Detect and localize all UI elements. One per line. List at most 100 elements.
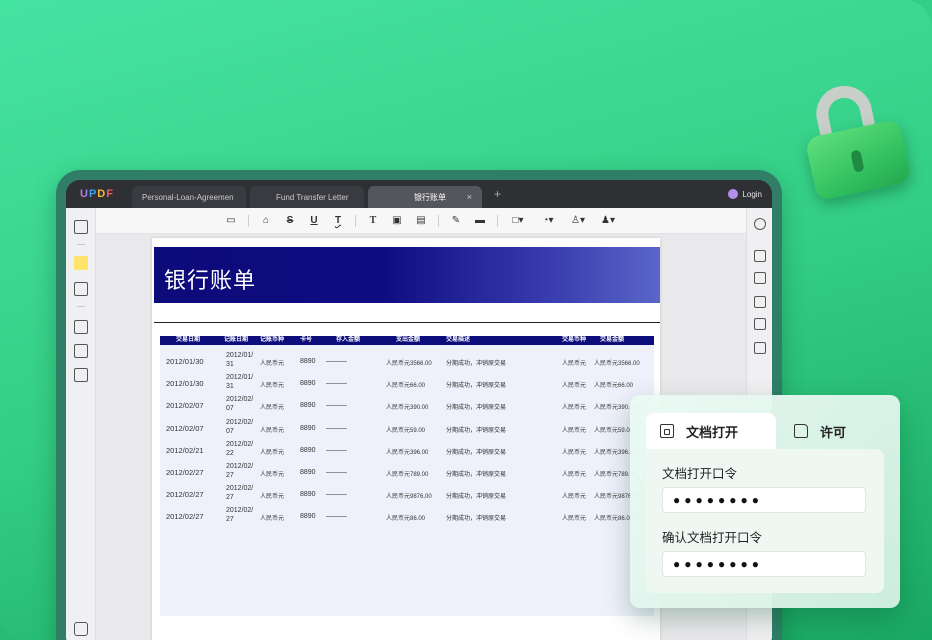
reader-icon[interactable] xyxy=(74,220,88,234)
eraser-icon[interactable]: ▬ xyxy=(473,214,487,228)
sidebar-divider xyxy=(77,244,85,245)
pencil-icon[interactable]: ✎ xyxy=(449,214,463,228)
pdf-page: 银行账单 交易日期 记账日期 记账币种 卡号 存入金额 支出金额 交易描述 交易… xyxy=(152,238,660,640)
crop-icon[interactable] xyxy=(74,344,88,358)
cell-date: 2012/02/27 xyxy=(166,468,204,477)
share-icon[interactable] xyxy=(754,318,766,330)
cell-tcur: 人民币元 xyxy=(562,405,587,412)
header-trade-date: 交易日期 xyxy=(176,337,201,343)
cell-tcur: 人民币元 xyxy=(562,383,587,390)
cell-desc: 分期成功，冲销原交易 xyxy=(446,516,507,523)
ocr-icon[interactable] xyxy=(754,250,766,262)
shape-icon[interactable]: □▾ xyxy=(508,214,528,228)
stamp-icon[interactable]: ♙▾ xyxy=(568,214,588,228)
table-header: 交易日期 记账日期 记账币种 卡号 存入金额 支出金额 交易描述 交易币种 交易… xyxy=(160,336,654,345)
squiggly-underline-icon[interactable]: T xyxy=(331,214,345,228)
tab-label: Personal-Loan-Agreemen xyxy=(142,192,234,202)
cell-tcur: 人民币元 xyxy=(562,494,587,501)
cell-post: 2012/02/07 xyxy=(226,396,254,413)
new-tab-button[interactable]: + xyxy=(494,187,501,201)
tab-bank-statement[interactable]: 银行账单 × xyxy=(368,186,482,208)
statement-banner: 银行账单 xyxy=(154,247,660,303)
cell-post: 2012/01/31 xyxy=(226,374,254,391)
cell-amt: 人民币元3566.00 xyxy=(594,361,640,367)
cell-card: 8890 xyxy=(300,469,316,476)
cell-dep: ——— xyxy=(326,424,347,432)
cell-desc: 分期成功，冲销原交易 xyxy=(446,472,507,478)
cell-out: 人民币元396.00 xyxy=(386,449,429,456)
form-icon[interactable] xyxy=(74,368,88,382)
text-callout-icon[interactable]: ▤ xyxy=(414,214,428,228)
strikethrough-icon[interactable]: S xyxy=(283,214,297,228)
confirm-password-input[interactable]: ●●●●●●●● xyxy=(662,551,866,577)
edit-pdf-icon[interactable] xyxy=(74,282,88,296)
tab-fund-transfer[interactable]: Fund Transfer Letter xyxy=(250,186,364,208)
table-row: 2012/02/27 2012/02/27 人民币元 8890 ——— 人民币元86.00… xyxy=(160,505,654,527)
cell-date: 2012/02/21 xyxy=(166,445,204,455)
tab-personal-loan[interactable]: Personal-Loan-Agreemen xyxy=(132,186,246,208)
table-row: 2012/01/30 2012/01/31 人民币元 8890 ——— 人民币元3566.… xyxy=(160,350,654,372)
tab-open-password-label: 文档打开 xyxy=(686,424,739,440)
toolbar-divider xyxy=(355,214,356,227)
cell-dep: ——— xyxy=(326,491,347,499)
updf-logo: UPDF xyxy=(80,188,132,200)
tab-label: Fund Transfer Letter xyxy=(276,192,349,202)
transactions-table: 交易日期 记账日期 记账币种 卡号 存入金额 支出金额 交易描述 交易币种 交易… xyxy=(160,336,654,616)
sticker-icon[interactable]: ◔▾ xyxy=(538,214,558,228)
cell-out: 人民币元390.00 xyxy=(386,405,429,412)
cell-tcur: 人民币元 xyxy=(562,449,587,456)
cell-tcur: 人民币元 xyxy=(562,472,587,478)
convert-pdf-icon[interactable] xyxy=(754,272,766,284)
cell-card: 8890 xyxy=(300,358,316,365)
signature-icon[interactable]: ♟▾ xyxy=(598,214,618,228)
cell-out: 人民币元3566.00 xyxy=(386,361,432,367)
cell-desc: 分期成功，冲销原交易 xyxy=(446,361,507,367)
tab-permissions[interactable]: 许可 xyxy=(794,413,846,449)
toolbar-divider xyxy=(248,214,249,227)
cell-cur: 人民币元 xyxy=(260,516,285,523)
cell-desc: 分期成功，冲销原交易 xyxy=(446,383,507,390)
login-button[interactable]: Login xyxy=(728,189,762,199)
table-row: 2012/01/30 2012/01/31 人民币元 8890 ——— 人民币元66.00… xyxy=(160,372,654,394)
cell-post: 2012/02/27 xyxy=(226,463,254,479)
cell-card: 8890 xyxy=(300,380,316,388)
email-icon[interactable] xyxy=(754,342,766,354)
cell-date: 2012/01/30 xyxy=(166,379,204,389)
underline-icon[interactable]: U xyxy=(307,214,321,228)
close-tab-icon[interactable]: × xyxy=(467,192,472,202)
highlight-icon[interactable]: ⌂ xyxy=(259,214,273,228)
cell-out: 人民币元59.00 xyxy=(386,427,426,434)
protect-icon[interactable] xyxy=(754,296,766,308)
cell-dep: ——— xyxy=(326,446,347,454)
cell-post: 2012/02/22 xyxy=(226,440,254,457)
cell-dep: ——— xyxy=(326,380,347,388)
padlock-icon xyxy=(793,74,918,205)
cell-dep: ——— xyxy=(326,469,347,476)
logo-letter-u: U xyxy=(80,188,89,200)
layers-icon[interactable] xyxy=(74,622,88,636)
header-description: 交易描述 xyxy=(446,337,471,343)
comment-icon[interactable]: ▭ xyxy=(224,214,238,228)
cell-date: 2012/02/27 xyxy=(166,490,204,500)
header-withdrawal: 支出金额 xyxy=(396,337,421,343)
open-password-input[interactable]: ●●●●●●●● xyxy=(662,487,866,513)
cell-out: 人民币元789.00 xyxy=(386,472,429,478)
cell-desc: 分期成功，冲销原交易 xyxy=(446,405,507,412)
toolbar-divider xyxy=(497,214,498,227)
page-divider xyxy=(154,322,660,323)
comment-mode-icon[interactable] xyxy=(74,256,88,270)
search-icon[interactable] xyxy=(754,218,766,230)
cell-amt: 人民币元66.00 xyxy=(594,383,634,390)
table-row: 2012/02/27 2012/02/27 人民币元 8890 ——— 人民币元9876.… xyxy=(160,483,654,505)
tab-open-password[interactable]: 文档打开 xyxy=(646,413,776,449)
cell-out: 人民币元66.00 xyxy=(386,383,426,390)
security-tabs: 文档打开 许可 xyxy=(646,413,886,449)
table-row: 2012/02/21 2012/02/22 人民币元 8890 ——— 人民币元396.0… xyxy=(160,439,654,461)
cell-cur: 人民币元 xyxy=(260,472,285,478)
organize-pages-icon[interactable] xyxy=(74,320,88,334)
text-icon[interactable]: T xyxy=(366,214,380,228)
textbox-icon[interactable]: ▣ xyxy=(390,214,404,228)
cell-card: 8890 xyxy=(300,513,316,521)
cell-desc: 分期成功，冲销原交易 xyxy=(446,427,507,434)
cell-dep: ——— xyxy=(326,358,347,365)
